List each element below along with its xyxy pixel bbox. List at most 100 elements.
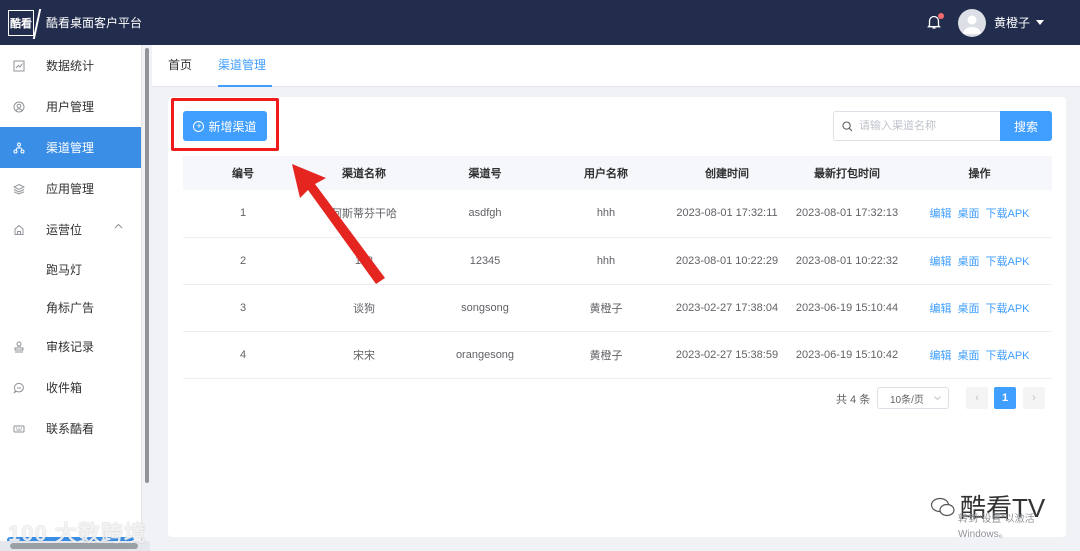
page-number-current[interactable]: 1	[994, 387, 1016, 409]
cell-created-time: 2023-02-27 15:38:59	[667, 331, 787, 379]
watermark-left: 100 大数跨境	[8, 521, 147, 546]
cell-created-time: 2023-08-01 17:32:11	[667, 190, 787, 238]
next-page-button[interactable]: ›	[1023, 387, 1045, 409]
column-header: 最新打包时间	[787, 156, 907, 190]
page-size-select[interactable]: 10条/页	[877, 387, 949, 409]
sidebar-item-contact[interactable]: 联系酷看	[0, 408, 141, 449]
keyboard-icon	[12, 422, 26, 436]
bell-icon[interactable]	[926, 12, 944, 32]
sidebar-item-label: 应用管理	[46, 182, 95, 196]
cell-id: 3	[183, 284, 303, 332]
desktop-link[interactable]: 桌面	[957, 303, 979, 315]
tab-bar: 首页 渠道管理×	[152, 45, 1080, 112]
cell-created-time: 2023-08-01 10:22:29	[667, 237, 787, 285]
sidebar-item-label: 数据统计	[46, 59, 95, 73]
cell-user-name: hhh	[545, 190, 667, 238]
total-count: 共 4 条	[836, 394, 871, 406]
cell-packed-time: 2023-08-01 17:32:13	[787, 190, 907, 238]
cell-actions: 编辑 桌面 下载APK	[907, 331, 1052, 379]
table-row: 3 谈狗 songsong 黄橙子 2023-02-27 17:38:04 20…	[183, 284, 1052, 332]
cell-channel-name: 宋宋	[303, 331, 425, 379]
cell-packed-time: 2023-08-01 10:22:32	[787, 237, 907, 285]
cell-actions: 编辑 桌面 下载APK	[907, 190, 1052, 238]
channel-icon	[12, 141, 26, 155]
shop-icon	[12, 223, 26, 237]
sidebar-subitem-badge-ads[interactable]: 角标广告	[0, 288, 141, 326]
column-header: 用户名称	[545, 156, 667, 190]
user-name[interactable]: 黄橙子	[994, 14, 1030, 31]
table-row: 4 宋宋 orangesong 黄橙子 2023-02-27 15:38:59 …	[183, 331, 1052, 379]
search-field[interactable]	[833, 111, 1001, 141]
download-apk-link[interactable]: 下载APK	[985, 303, 1029, 315]
cell-channel-code: asdfgh	[425, 190, 545, 238]
message-icon	[12, 381, 26, 395]
sidebar-subitem-marquee[interactable]: 跑马灯	[0, 250, 141, 288]
desktop-link[interactable]: 桌面	[957, 256, 979, 268]
chevron-right-icon: ›	[1032, 392, 1036, 404]
column-header: 创建时间	[667, 156, 787, 190]
sidebar-item-operations[interactable]: 运营位	[0, 209, 141, 250]
page-size-value: 10条/页	[890, 394, 924, 406]
download-apk-link[interactable]: 下载APK	[985, 350, 1029, 362]
annotation-highlight-box	[171, 98, 279, 151]
edit-link[interactable]: 编辑	[929, 208, 951, 220]
edit-link[interactable]: 编辑	[929, 256, 951, 268]
search-input[interactable]	[859, 120, 999, 132]
wechat-icon	[930, 497, 955, 516]
chevron-up-icon	[114, 223, 123, 229]
edit-link[interactable]: 编辑	[929, 350, 951, 362]
user-avatar-icon	[962, 15, 981, 34]
cell-user-name: 黄橙子	[545, 331, 667, 379]
cell-created-time: 2023-02-27 17:38:04	[667, 284, 787, 332]
desktop-link[interactable]: 桌面	[957, 350, 979, 362]
sidebar-item-channels[interactable]: 渠道管理	[0, 127, 141, 168]
sidebar-item-label: 收件箱	[46, 381, 83, 395]
sidebar-item-statistics[interactable]: 数据统计	[0, 45, 141, 86]
user-icon	[12, 100, 26, 114]
download-apk-link[interactable]: 下载APK	[985, 256, 1029, 268]
sidebar-item-label: 渠道管理	[46, 141, 95, 155]
header-right: 黄橙子	[926, 0, 1080, 45]
avatar[interactable]	[957, 8, 986, 37]
edit-link[interactable]: 编辑	[929, 303, 951, 315]
top-header: 酷看 酷看桌面客户平台 黄橙子	[0, 0, 1080, 45]
tab-channel-management[interactable]: 渠道管理×	[218, 45, 272, 112]
tab-home[interactable]: 首页	[168, 45, 192, 87]
cell-channel-name: 谈狗	[303, 284, 425, 332]
sidebar-item-inbox[interactable]: 收件箱	[0, 367, 141, 408]
stamp-icon	[12, 340, 26, 354]
app-title: 酷看桌面客户平台	[46, 16, 143, 30]
cell-channel-code: 12345	[425, 237, 545, 285]
tab-label: 首页	[168, 58, 193, 72]
sidebar-item-label: 联系酷看	[46, 422, 95, 436]
chart-icon	[12, 59, 26, 73]
sidebar: 数据统计 用户管理 渠道管理 应用管理 运营位 跑马灯 角标广告 审核记录 收件…	[0, 45, 142, 551]
chevron-left-icon: ‹	[975, 392, 979, 404]
cell-actions: 编辑 桌面 下载APK	[907, 237, 1052, 285]
sidebar-item-users[interactable]: 用户管理	[0, 86, 141, 127]
notification-dot	[937, 12, 944, 19]
cell-user-name: 黄橙子	[545, 284, 667, 332]
sidebar-item-label: 用户管理	[46, 100, 95, 114]
sidebar-item-review[interactable]: 审核记录	[0, 326, 141, 367]
caret-down-icon[interactable]	[1036, 20, 1044, 25]
tab-label: 渠道管理	[218, 58, 267, 72]
cell-id: 4	[183, 331, 303, 379]
cell-channel-code: orangesong	[425, 331, 545, 379]
cell-channel-code: songsong	[425, 284, 545, 332]
app-logo[interactable]: 酷看	[8, 9, 34, 36]
download-apk-link[interactable]: 下载APK	[985, 208, 1029, 220]
sidebar-item-apps[interactable]: 应用管理	[0, 168, 141, 209]
pagination: 共 4 条 10条/页 ‹ 1 ›	[168, 387, 1066, 409]
search-button[interactable]: 搜索	[1000, 111, 1052, 141]
cell-actions: 编辑 桌面 下载APK	[907, 284, 1052, 332]
cell-user-name: hhh	[545, 237, 667, 285]
logo-text: 酷看	[10, 17, 32, 30]
search-icon	[842, 120, 853, 131]
prev-page-button[interactable]: ‹	[966, 387, 988, 409]
sidebar-item-label: 审核记录	[46, 340, 95, 354]
sidebar-scrollbar-thumb[interactable]	[145, 48, 149, 483]
column-header: 操作	[907, 156, 1052, 190]
desktop-link[interactable]: 桌面	[957, 208, 979, 220]
sidebar-item-label: 运营位	[46, 223, 83, 237]
